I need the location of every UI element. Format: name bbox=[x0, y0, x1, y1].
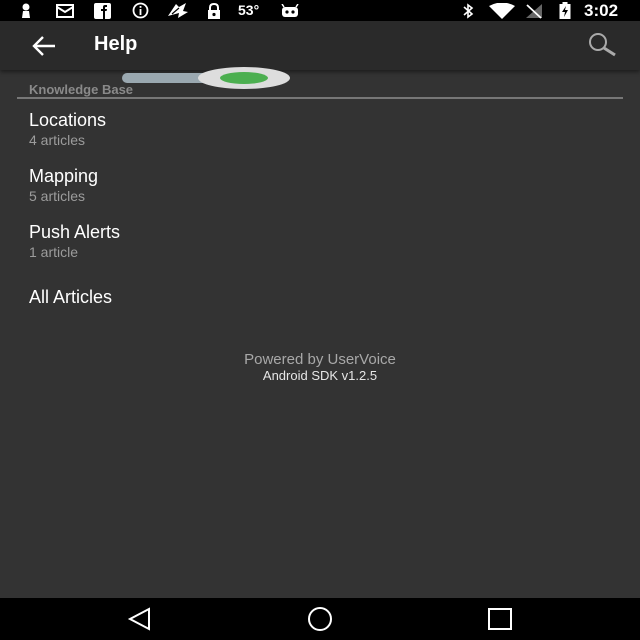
page-title: Help bbox=[94, 33, 138, 55]
section-header: Knowledge Base bbox=[29, 82, 134, 97]
topic-item-push-alerts[interactable]: Push Alerts 1 article bbox=[0, 222, 640, 268]
nav-home-button[interactable] bbox=[300, 606, 340, 632]
powered-by-text: Powered by UserVoice bbox=[244, 351, 396, 368]
search-icon bbox=[589, 33, 616, 57]
topic-count: 1 article bbox=[29, 244, 79, 260]
lock-icon bbox=[205, 2, 223, 19]
topic-item-locations[interactable]: Locations 4 articles bbox=[0, 110, 640, 156]
facebook-icon bbox=[92, 2, 112, 19]
message-icon bbox=[55, 3, 75, 18]
fanatics-icon bbox=[165, 3, 191, 18]
topic-item-mapping[interactable]: Mapping 5 articles bbox=[0, 166, 640, 212]
info-icon bbox=[130, 2, 150, 19]
sdk-version-text: Android SDK v1.2.5 bbox=[262, 368, 378, 383]
all-articles-item[interactable]: All Articles bbox=[0, 287, 640, 317]
no-signal-icon bbox=[524, 3, 544, 19]
back-button[interactable] bbox=[28, 33, 60, 59]
toggle-switch[interactable] bbox=[120, 66, 292, 90]
triangle-back-icon bbox=[127, 607, 150, 631]
app-bar: Help bbox=[0, 21, 640, 70]
nav-back-button[interactable] bbox=[120, 606, 160, 632]
person-icon bbox=[18, 3, 34, 18]
topic-count: 5 articles bbox=[29, 188, 86, 204]
temperature-text: 53° bbox=[238, 2, 260, 18]
circle-home-icon bbox=[308, 607, 332, 631]
arrow-left-icon bbox=[32, 36, 55, 56]
battery-charging-icon bbox=[557, 2, 573, 19]
square-recents-icon bbox=[488, 608, 512, 630]
nav-recents-button[interactable] bbox=[480, 606, 520, 632]
android-icon bbox=[280, 3, 300, 18]
status-bar: 53° 3:02 bbox=[0, 0, 640, 21]
section-divider bbox=[17, 97, 623, 99]
toggle-indicator bbox=[220, 72, 268, 84]
navigation-bar bbox=[0, 598, 640, 640]
topic-label: Push Alerts bbox=[29, 222, 121, 242]
search-button[interactable] bbox=[584, 31, 620, 61]
topic-label: Locations bbox=[29, 110, 107, 130]
clock: 3:02 bbox=[584, 1, 619, 20]
bluetooth-icon bbox=[460, 2, 476, 19]
all-articles-label: All Articles bbox=[29, 287, 113, 307]
topic-count: 4 articles bbox=[29, 132, 86, 148]
topic-label: Mapping bbox=[29, 166, 99, 186]
wifi-icon bbox=[488, 2, 516, 19]
